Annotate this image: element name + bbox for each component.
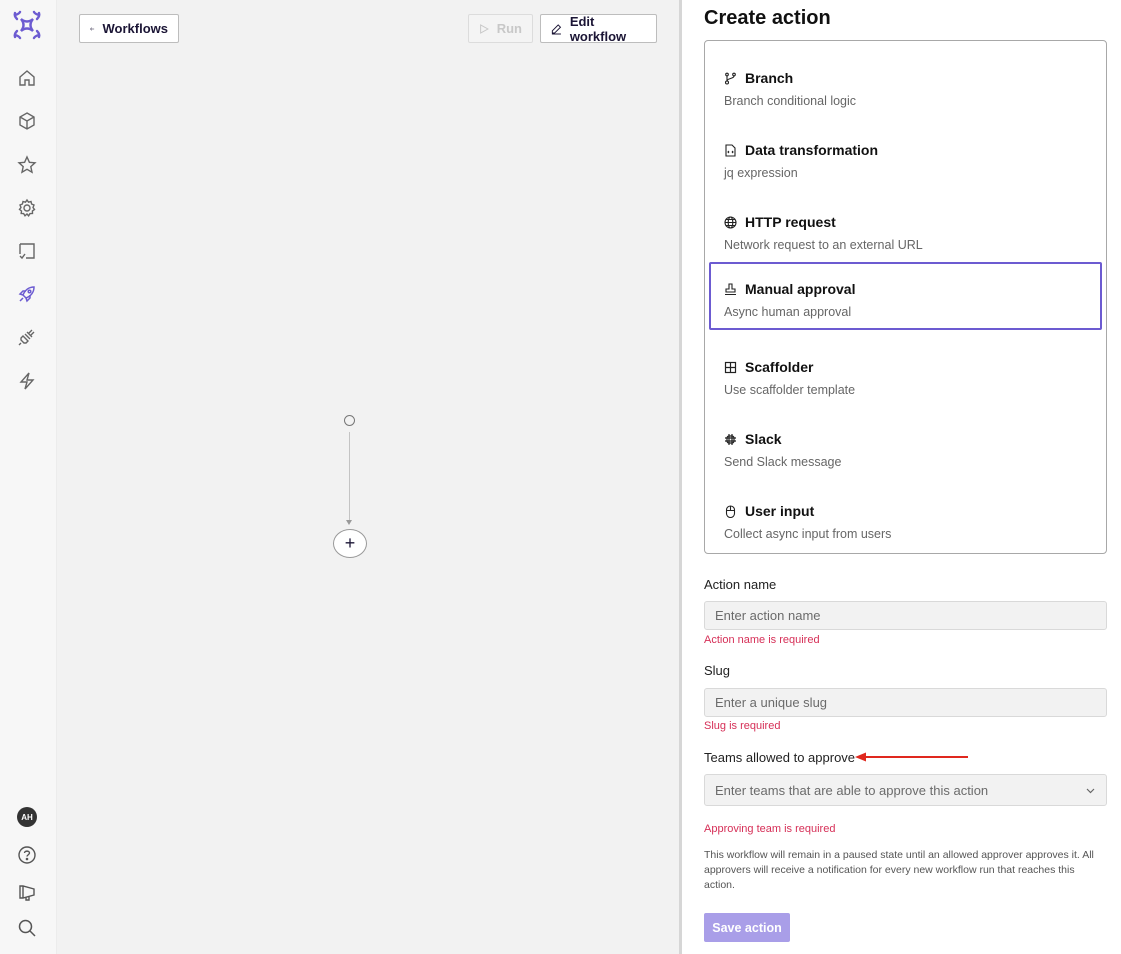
globe-icon xyxy=(724,215,737,229)
arrow-left-icon xyxy=(90,26,95,31)
search-icon[interactable] xyxy=(16,917,38,939)
workflow-connector xyxy=(349,432,351,522)
action-description: Async human approval xyxy=(724,305,852,319)
teams-label: Teams allowed to approve xyxy=(704,750,856,765)
action-description: Use scaffolder template xyxy=(724,383,856,397)
grid-icon xyxy=(724,361,737,373)
teams-select-placeholder: Enter teams that are able to approve thi… xyxy=(715,782,989,798)
cube-icon[interactable] xyxy=(16,110,38,132)
workflow-canvas[interactable]: Workflows Run Edit workflow + xyxy=(57,0,680,954)
rocket-icon[interactable] xyxy=(16,283,38,305)
annotation-arrow-icon xyxy=(855,752,968,762)
pencil-icon xyxy=(551,23,562,34)
create-action-panel: Create action Branch Branch conditional … xyxy=(682,0,1121,954)
play-icon xyxy=(480,23,489,34)
action-name-error: Action name is required xyxy=(704,634,820,646)
slug-label: Slug xyxy=(704,663,731,678)
run-button-label: Run xyxy=(496,21,522,36)
slack-icon xyxy=(725,433,736,445)
action-description: jq expression xyxy=(724,166,798,180)
action-title: HTTP request xyxy=(745,214,836,230)
checklist-icon[interactable] xyxy=(16,240,38,262)
panel-title: Create action xyxy=(704,7,831,29)
action-title: Data transformation xyxy=(745,142,879,158)
action-title: Branch xyxy=(745,70,794,86)
lightning-icon[interactable] xyxy=(16,370,38,392)
action-title: Slack xyxy=(745,431,782,447)
brand-logo-icon[interactable] xyxy=(12,10,42,40)
action-option-http-request[interactable]: HTTP request Network request to an exter… xyxy=(709,195,1102,263)
action-title: Scaffolder xyxy=(745,359,814,375)
avatar[interactable]: AH xyxy=(17,807,37,827)
action-title: Manual approval xyxy=(745,281,856,297)
action-option-manual-approval[interactable]: Manual approval Async human approval xyxy=(709,262,1102,330)
action-description: Send Slack message xyxy=(724,455,842,469)
star-icon[interactable] xyxy=(16,154,38,176)
branch-icon xyxy=(724,72,736,85)
workflow-start-node[interactable] xyxy=(344,415,355,426)
connector-arrow-icon xyxy=(346,520,352,525)
teams-select[interactable]: Enter teams that are able to approve thi… xyxy=(704,774,1107,806)
save-action-button[interactable]: Save action xyxy=(704,913,790,942)
slug-error: Slug is required xyxy=(704,720,781,732)
slug-input[interactable] xyxy=(704,688,1107,717)
sidebar: AH xyxy=(0,0,57,954)
action-name-label: Action name xyxy=(704,577,777,592)
help-icon[interactable] xyxy=(16,844,38,866)
teams-error: Approving team is required xyxy=(704,823,836,835)
action-description: Branch conditional logic xyxy=(724,94,857,108)
action-option-slack[interactable]: Slack Send Slack message xyxy=(709,412,1102,480)
back-button-label: Workflows xyxy=(102,21,169,36)
run-button[interactable]: Run xyxy=(468,14,533,43)
action-option-scaffolder[interactable]: Scaffolder Use scaffolder template xyxy=(709,340,1102,408)
action-option-branch[interactable]: Branch Branch conditional logic xyxy=(709,51,1102,119)
gear-icon[interactable] xyxy=(16,197,38,219)
code-file-icon xyxy=(725,143,736,157)
plug-icon[interactable] xyxy=(16,326,38,348)
add-step-button[interactable]: + xyxy=(333,529,367,558)
edit-workflow-button[interactable]: Edit workflow xyxy=(540,13,657,44)
edit-button-label: Edit workflow xyxy=(569,13,627,44)
action-description: Collect async input from users xyxy=(724,527,892,541)
megaphone-icon[interactable] xyxy=(16,881,38,903)
action-option-user-input[interactable]: User input Collect async input from user… xyxy=(709,484,1102,552)
action-type-list: Branch Branch conditional logic Data tra… xyxy=(704,40,1107,554)
action-name-input[interactable] xyxy=(704,601,1107,630)
stamp-icon xyxy=(725,282,736,295)
back-to-workflows-button[interactable]: Workflows xyxy=(79,14,179,43)
approval-help-text: This workflow will remain in a paused st… xyxy=(704,849,1094,891)
app-root: AH Workflows Run Edit workflow + Create … xyxy=(0,0,1121,954)
action-option-data-transformation[interactable]: Data transformation jq expression xyxy=(709,123,1102,191)
mouse-icon xyxy=(725,504,736,518)
home-icon[interactable] xyxy=(16,67,38,89)
action-title: User input xyxy=(745,503,815,519)
chevron-down-icon xyxy=(1086,788,1095,793)
action-description: Network request to an external URL xyxy=(724,238,923,252)
